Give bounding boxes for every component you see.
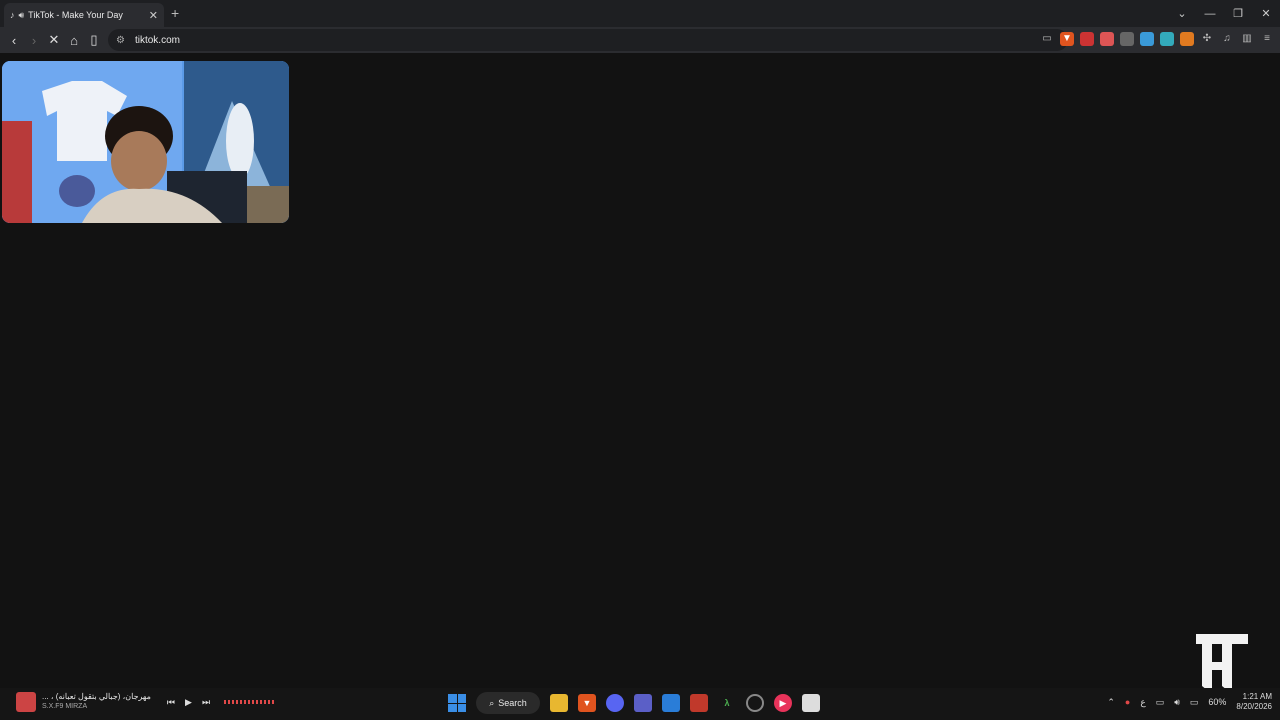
extension-blue-icon[interactable] [1140,32,1154,46]
window-controls: ⌄ — ❐ ✕ [1168,0,1280,27]
file-explorer-icon[interactable] [550,694,568,712]
webcam-image [2,61,289,223]
speaker-icon[interactable]: 🔊︎ [19,10,25,21]
channel-logo [1196,634,1248,694]
back-icon[interactable]: ‹ [4,33,24,48]
stop-loading-icon[interactable]: ✕ [44,32,64,48]
obs-icon[interactable] [746,694,764,712]
search-button[interactable]: ⌕ Search [476,692,540,714]
battery-icon[interactable]: ▭ [1190,697,1199,708]
album-art [16,692,36,712]
microphone-icon[interactable]: ● [1125,697,1130,707]
tab-title: TikTok - Make Your Day [28,10,123,20]
search-icon: ⌕ [489,697,495,708]
address-bar[interactable]: ⚙ tiktok.com [108,29,1068,51]
search-label: Search [498,698,527,708]
home-icon[interactable]: ⌂ [64,33,84,48]
brave-shields-icon[interactable]: ▼ [1060,32,1074,46]
page-content [0,53,1280,688]
battery-percent: 60% [1208,697,1227,707]
restore-button[interactable]: ❐ [1224,7,1252,20]
close-window-button[interactable]: ✕ [1252,7,1280,20]
language-indicator[interactable]: ع [1140,697,1145,708]
audio-waveform [224,700,275,704]
system-tray: ⌃ ● ع ▭ 🔊︎ ▭ 60% 1:21 AM 8/20/2026 [1107,692,1272,712]
app-lambda-icon[interactable]: λ [718,694,736,712]
media-player-icon[interactable]: ▶ [774,694,792,712]
track-artist: S.X.F9 MIRZA [42,703,88,710]
webcam-overlay [2,61,289,223]
video-editor-icon[interactable] [690,694,708,712]
extension-gear-icon[interactable] [1120,32,1134,46]
volume-icon[interactable]: 🔊︎ [1174,697,1180,708]
time: 1:21 AM [1242,692,1272,701]
new-tab-button[interactable]: + [171,5,179,21]
play-icon[interactable]: ▶ [185,697,192,708]
cast-icon[interactable]: ▭ [1040,32,1054,46]
minimize-button[interactable]: — [1196,8,1224,20]
extension-teal-icon[interactable] [1160,32,1174,46]
media-widget[interactable]: مهرجان، (جبالي بتقول تعبانه) ، ... S.X.F… [16,692,275,712]
next-track-icon[interactable]: ⏭︎ [202,697,210,708]
store-icon[interactable] [662,694,680,712]
discord-icon[interactable] [606,694,624,712]
tab-tiktok[interactable]: ♪ 🔊︎ TikTok - Make Your Day ✕ [4,3,164,27]
chevron-up-icon[interactable]: ⌃ [1107,697,1115,708]
network-icon[interactable]: ▭ [1156,697,1165,708]
extensions-area: ▭ ▼ ✣ ♫ ▥ ≡ [1040,32,1274,46]
tab-search-icon[interactable]: ⌄ [1168,7,1196,20]
previous-track-icon[interactable]: ⏮︎ [167,697,175,708]
taskbar-apps: ⌕ Search ▼ λ ▶ [448,692,820,714]
close-tab-icon[interactable]: ✕ [149,9,158,22]
start-icon[interactable] [448,694,466,712]
track-title: مهرجان، (جبالي بتقول تعبانه) ، ... [42,692,151,701]
extension-red-icon[interactable] [1080,32,1094,46]
taskbar: مهرجان، (جبالي بتقول تعبانه) ، ... S.X.F… [0,688,1280,720]
bookmark-icon[interactable]: ▯ [84,32,104,48]
clock[interactable]: 1:21 AM 8/20/2026 [1236,692,1272,712]
menu-icon[interactable]: ≡ [1260,32,1274,46]
url-text[interactable]: tiktok.com [135,35,180,46]
teams-icon[interactable] [634,694,652,712]
media-icon[interactable]: ♫ [1220,32,1234,46]
tiktok-icon: ♪ [10,10,15,20]
extension-orange-icon[interactable] [1180,32,1194,46]
notepad-icon[interactable] [802,694,820,712]
tab-strip: ♪ 🔊︎ TikTok - Make Your Day ✕ + ⌄ — ❐ ✕ [0,0,1280,27]
brave-icon[interactable]: ▼ [578,694,596,712]
extensions-puzzle-icon[interactable]: ✣ [1200,32,1214,46]
forward-icon[interactable]: › [24,33,44,48]
browser-toolbar: ‹ › ✕ ⌂ ▯ ⚙ tiktok.com ▭ ▼ ✣ ♫ ▥ ≡ [0,27,1280,53]
sidebar-icon[interactable]: ▥ [1240,32,1254,46]
extension-fox-icon[interactable] [1100,32,1114,46]
date: 8/20/2026 [1236,702,1272,711]
site-settings-icon[interactable]: ⚙ [116,35,125,46]
